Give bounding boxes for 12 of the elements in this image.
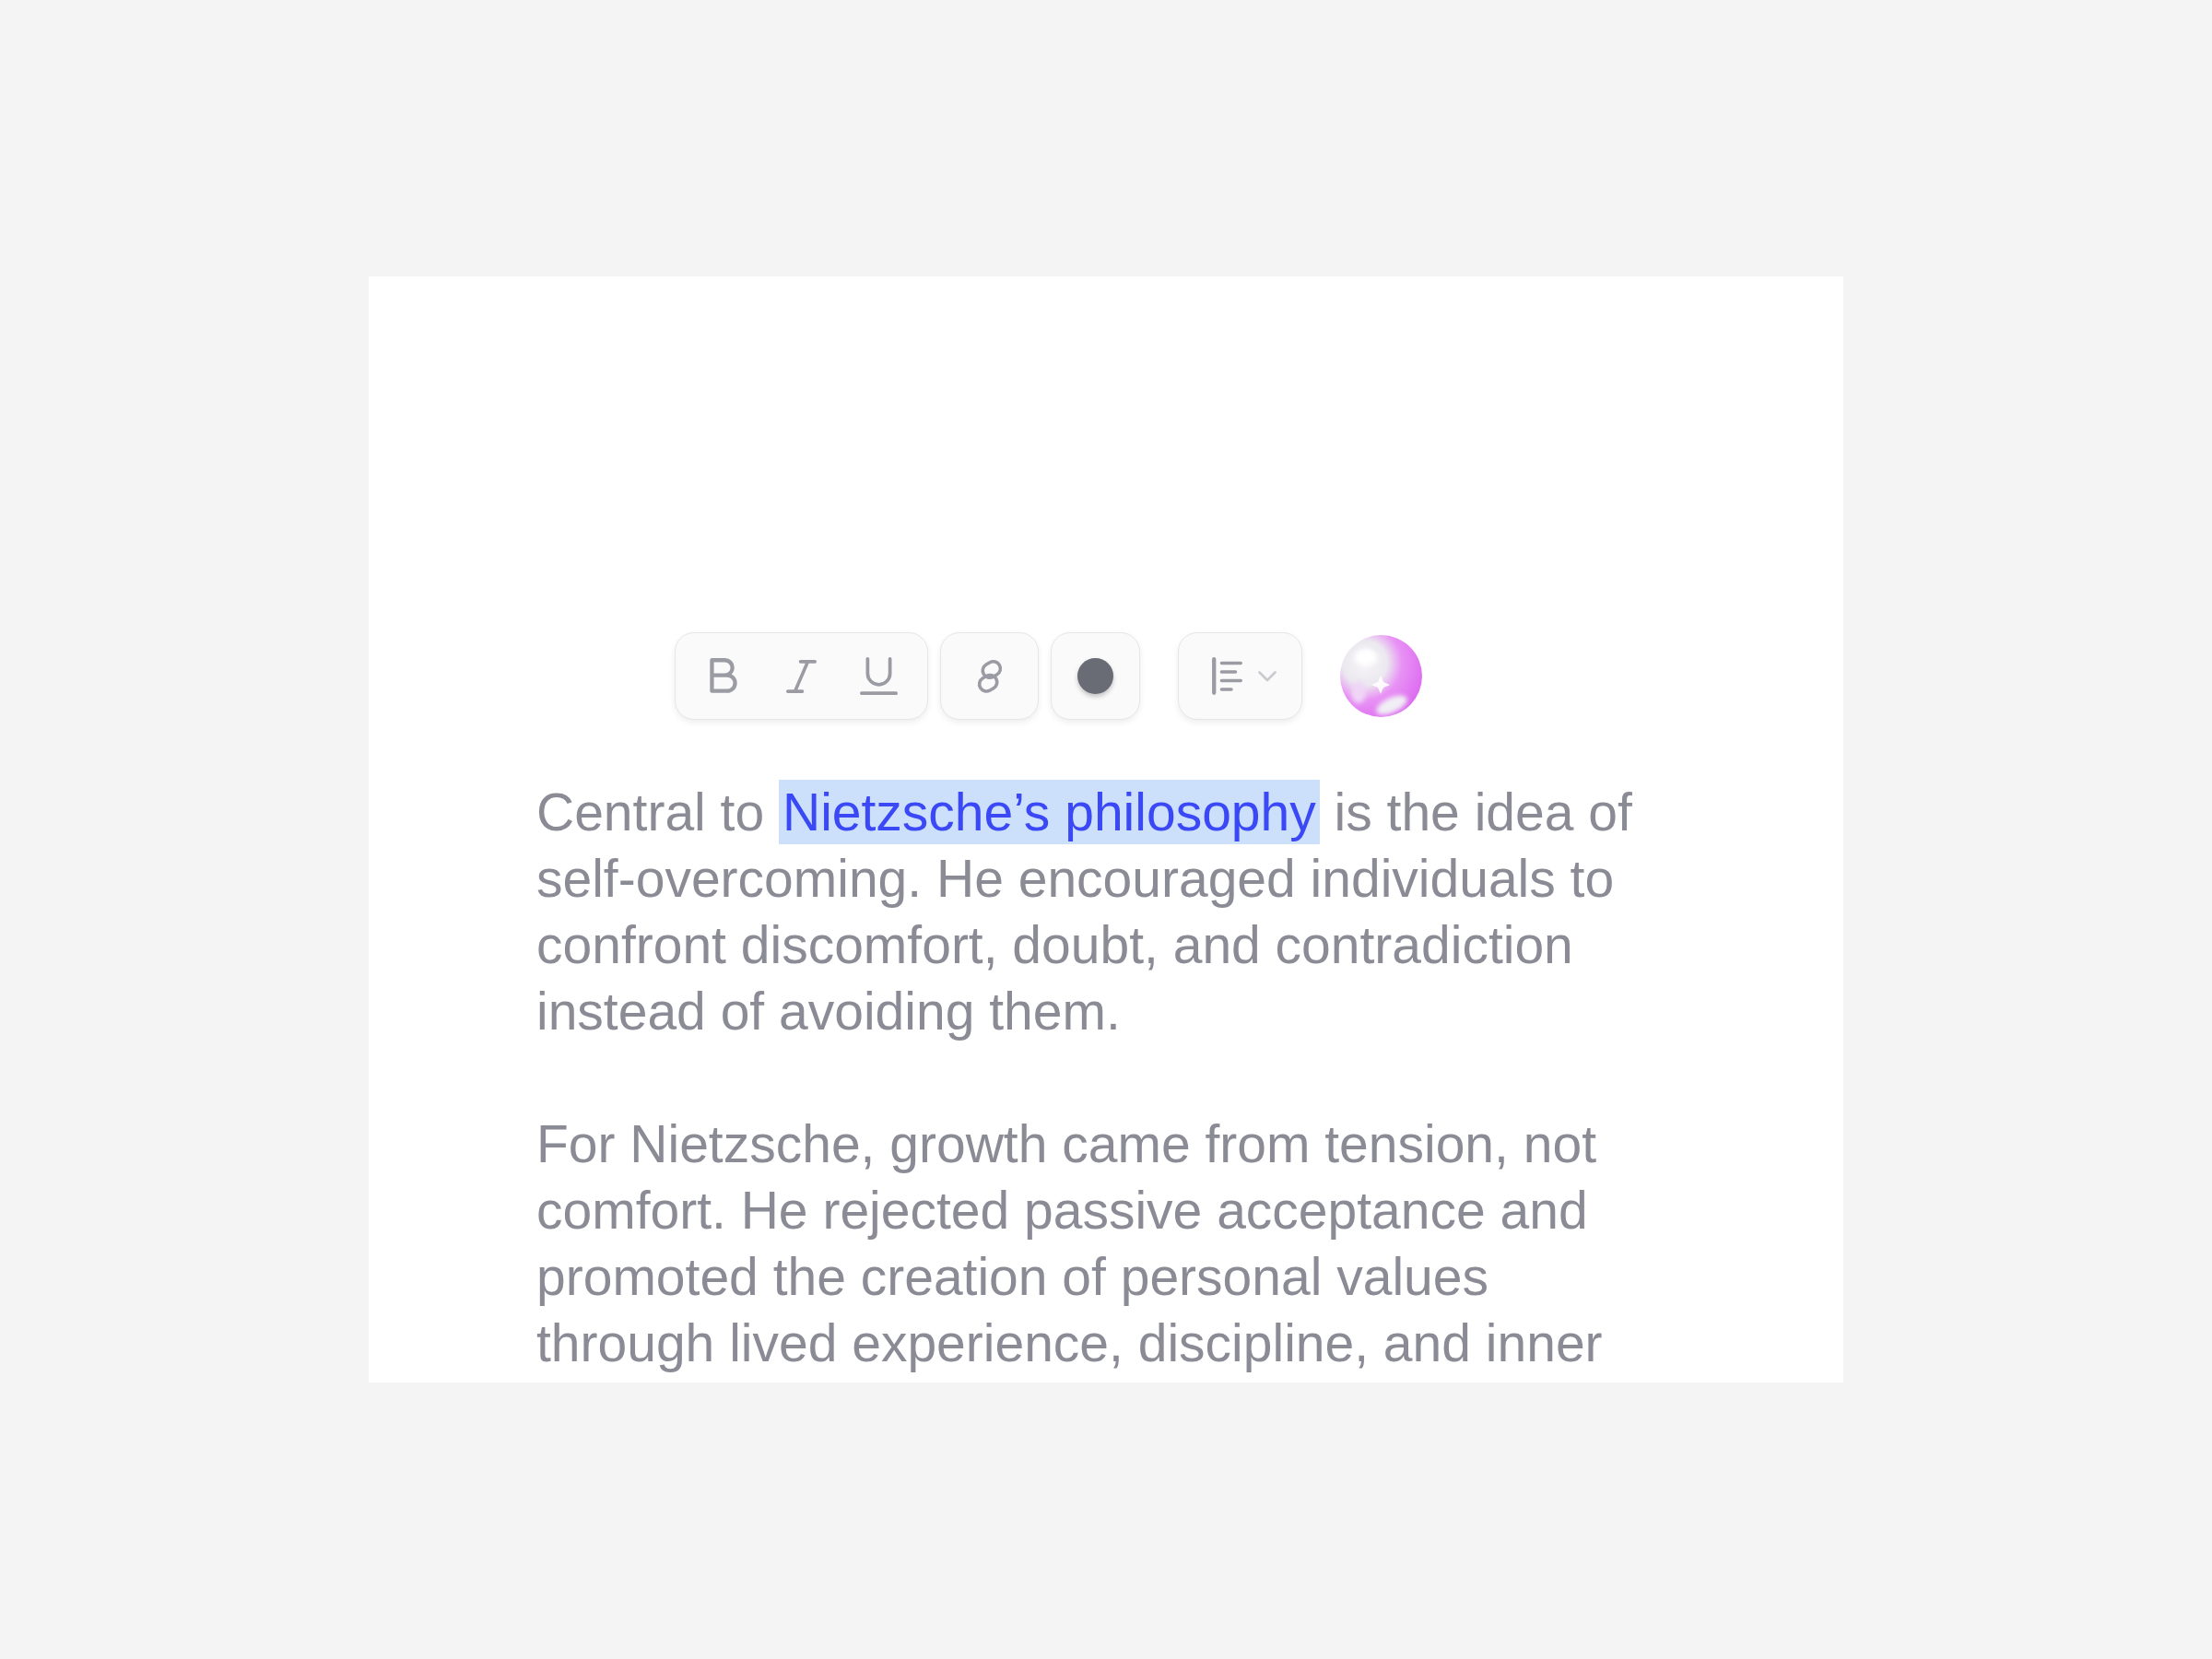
align-left-icon (1212, 657, 1242, 695)
underline-icon (859, 657, 898, 695)
paragraph: For Nietzsche, growth came from tension, not comfort. He rejected passive acceptance and promoted the creation of personal values through lived experience, discipline, and inner (536, 1113, 1604, 1374)
paragraph: Central to Nietzsche’s philosophy is the idea of self-overcoming. He encouraged individuals to confront discomfort, doubt, and contradiction instead of avoiding them. (536, 779, 1642, 1044)
align-dropdown[interactable] (1178, 632, 1302, 720)
chevron-down-icon (1258, 670, 1277, 682)
link-button[interactable] (940, 632, 1039, 720)
text-color-button[interactable] (1051, 632, 1140, 720)
italic-icon (786, 659, 817, 693)
selected-text: Nietzsche’s philosophy (778, 780, 1320, 844)
orb-icon[interactable] (1340, 635, 1422, 717)
bold-icon (710, 657, 739, 695)
